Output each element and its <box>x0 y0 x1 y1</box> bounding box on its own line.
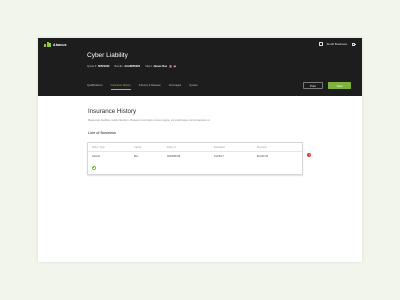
logout-icon[interactable] <box>352 42 356 46</box>
section-heading: Insurance History <box>88 108 137 115</box>
cell-premium: $2,000.00 <box>257 155 269 158</box>
cell-carrier: Box <box>134 155 139 158</box>
line-of-business-label: Line of Business <box>88 131 116 135</box>
prior-button[interactable]: Prior <box>303 82 323 89</box>
cell-expiration: 01/25/17 <box>214 155 224 158</box>
cell-policy-type: Admitd <box>92 155 100 158</box>
column-header-policy-type: Policy Type <box>92 146 105 149</box>
chevron-down-icon[interactable] <box>174 65 177 68</box>
brand-name: Abacus <box>53 42 67 47</box>
table-row[interactable]: Admitd Box 00026BC96 01/25/17 $2,000.00 <box>88 152 302 161</box>
quote-meta: Quote #: 65521222 Bundle: AAA8855222 Cli… <box>87 65 177 69</box>
tab-quotes[interactable]: Quotes <box>189 84 197 90</box>
bundle-label: Bundle: <box>114 65 124 69</box>
bundle-number: AAA8855222 <box>124 65 141 69</box>
briefcase-icon <box>319 42 324 46</box>
quote-number: 65521222 <box>97 65 110 69</box>
tab-insurance-history[interactable]: Insurance History <box>110 84 131 90</box>
top-header: Abacus Small Business Cyber Liability Qu… <box>38 38 362 96</box>
column-header-premium: Premium <box>257 146 268 149</box>
tab-industry-release[interactable]: Industry & Release <box>139 84 161 90</box>
column-header-policy-number: Policy # <box>167 146 176 149</box>
add-row-icon[interactable] <box>92 166 96 170</box>
section-description: Maecenas faucibus mollis interdum. Praes… <box>88 118 211 122</box>
column-header-carrier: Carrier <box>134 146 142 149</box>
client-alert-badge[interactable]: ! <box>169 65 173 69</box>
main-content: Insurance History Maecenas faucibus moll… <box>88 108 354 122</box>
line-of-business-table: Policy Type Carrier Policy # Expiration … <box>87 142 303 175</box>
account-label[interactable]: Small Business <box>326 42 347 46</box>
cell-policy-number: 00026BC96 <box>167 155 181 158</box>
tab-bar: Qualifications Insurance History Industr… <box>87 84 198 90</box>
abacus-logo-icon <box>44 42 51 47</box>
table-header: Policy Type Carrier Policy # Expiration … <box>88 143 302 152</box>
column-header-expiration: Expiration <box>214 146 226 149</box>
quote-label: Quote #: <box>87 65 97 69</box>
tab-qualifications[interactable]: Qualifications <box>87 84 103 90</box>
tab-coverages[interactable]: Coverages <box>169 84 182 90</box>
next-button[interactable]: Next <box>328 82 351 89</box>
client-label: Client: <box>145 65 153 69</box>
client-name[interactable]: James Doe <box>153 65 167 68</box>
page-title: Cyber Liability <box>87 52 128 59</box>
account-menu: Small Business <box>319 42 356 46</box>
brand[interactable]: Abacus <box>44 42 67 47</box>
